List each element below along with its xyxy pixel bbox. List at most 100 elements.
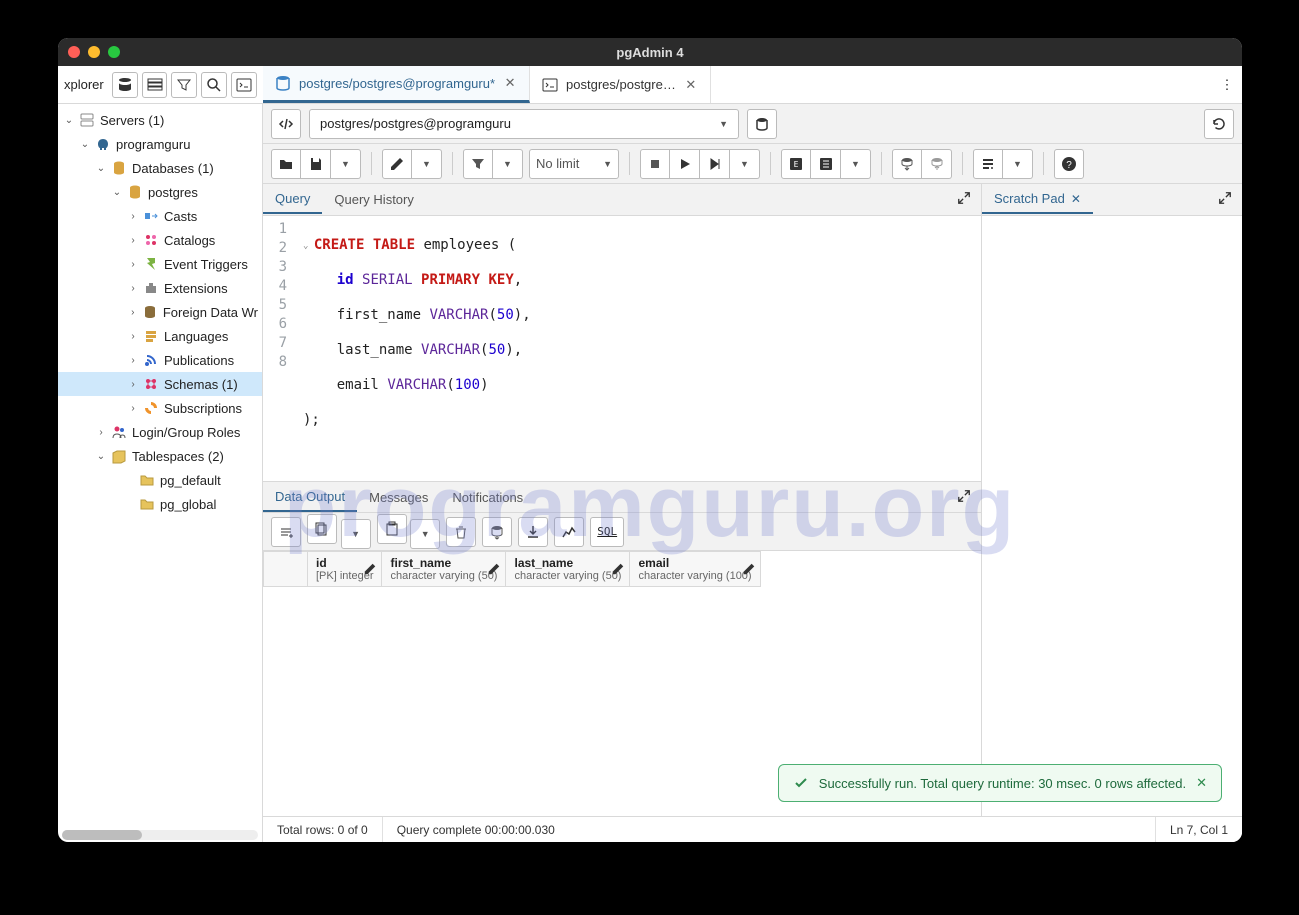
expand-output-icon[interactable]	[947, 483, 981, 512]
paste-dropdown[interactable]: ▼	[410, 519, 440, 549]
help-icon[interactable]: ?	[1054, 149, 1084, 179]
schemas1-icon	[142, 375, 160, 393]
column-header-email[interactable]: emailcharacter varying (100)	[630, 552, 760, 587]
copy-icon[interactable]	[307, 514, 337, 544]
expand-scratch-icon[interactable]	[1208, 185, 1242, 214]
stop-icon[interactable]	[640, 149, 670, 179]
code-area[interactable]: ⌄ CREATE TABLE employees ( id SERIAL PRI…	[297, 216, 537, 481]
tree-login-roles[interactable]: › Login/Group Roles	[58, 420, 262, 444]
graph-visualizer-icon[interactable]	[554, 517, 584, 547]
close-toast-icon[interactable]: ✕	[1196, 775, 1207, 791]
success-toast: Successfully run. Total query runtime: 3…	[778, 764, 1222, 802]
tree-item-languages[interactable]: ›Languages	[58, 324, 262, 348]
connection-status-icon[interactable]	[271, 109, 301, 139]
main-panel: postgres/postgres@programguru ▼ ▼ ▼	[263, 104, 1242, 842]
column-header-last_name[interactable]: last_namecharacter varying (50)	[506, 552, 630, 587]
connection-select[interactable]: postgres/postgres@programguru ▼	[309, 109, 739, 139]
save-file-icon[interactable]	[301, 149, 331, 179]
row-number-header[interactable]	[264, 552, 308, 587]
tree-databases[interactable]: ⌄ Databases (1)	[58, 156, 262, 180]
more-menu-icon[interactable]: ⋮	[1212, 77, 1242, 93]
sidebar-scrollbar[interactable]	[62, 830, 258, 840]
edit-column-icon[interactable]	[611, 562, 625, 576]
tab-notifications[interactable]: Notifications	[440, 484, 535, 511]
column-header-id[interactable]: id[PK] integer	[308, 552, 382, 587]
tree-item-subscriptions[interactable]: ›Subscriptions	[58, 396, 262, 420]
window-title: pgAdmin 4	[58, 45, 1242, 60]
database-icon	[110, 159, 128, 177]
filter-dropdown[interactable]: ▼	[493, 149, 523, 179]
psql-tool-icon[interactable]	[231, 72, 257, 98]
edit-column-icon[interactable]	[742, 562, 756, 576]
save-dropdown[interactable]: ▼	[331, 149, 361, 179]
roles-icon	[110, 423, 128, 441]
edit-dropdown[interactable]: ▼	[412, 149, 442, 179]
filter-icon[interactable]	[463, 149, 493, 179]
minimize-window-button[interactable]	[88, 46, 100, 58]
tree-item-catalogs[interactable]: ›Catalogs	[58, 228, 262, 252]
tree-servers[interactable]: ⌄ Servers (1)	[58, 108, 262, 132]
reset-layout-icon[interactable]	[1204, 109, 1234, 139]
tab-query[interactable]: Query	[263, 185, 322, 214]
tree-item-casts[interactable]: ›Casts	[58, 204, 262, 228]
tree-item-schemas1[interactable]: ›Schemas (1)	[58, 372, 262, 396]
open-file-icon[interactable]	[271, 149, 301, 179]
expand-icon[interactable]	[947, 185, 981, 214]
tab-messages[interactable]: Messages	[357, 484, 440, 511]
tree-server[interactable]: ⌄ programguru	[58, 132, 262, 156]
edit-icon[interactable]	[382, 149, 412, 179]
rollback-icon[interactable]	[922, 149, 952, 179]
explain-icon[interactable]	[700, 149, 730, 179]
edit-column-icon[interactable]	[363, 562, 377, 576]
tree-tablespace-pg-global[interactable]: ›pg_global	[58, 492, 262, 516]
save-data-icon[interactable]	[482, 517, 512, 547]
copy-dropdown[interactable]: ▼	[341, 519, 371, 549]
tree-database[interactable]: ⌄ postgres	[58, 180, 262, 204]
macros-icon[interactable]	[973, 149, 1003, 179]
sql-button[interactable]: SQL	[590, 517, 624, 547]
column-header-first_name[interactable]: first_namecharacter varying (50)	[382, 552, 506, 587]
zoom-window-button[interactable]	[108, 46, 120, 58]
tab-data-output[interactable]: Data Output	[263, 483, 357, 512]
tab-query-history[interactable]: Query History	[322, 186, 425, 213]
close-tab-icon[interactable]: ✕	[503, 76, 517, 90]
query-toolbar: ▼ ▼ ▼ No limit▼	[263, 144, 1242, 184]
tree-item-foreigndatawr[interactable]: ›Foreign Data Wr	[58, 300, 262, 324]
new-connection-icon[interactable]	[747, 109, 777, 139]
edit-column-icon[interactable]	[487, 562, 501, 576]
macros-dropdown[interactable]: ▼	[1003, 149, 1033, 179]
tree-item-eventtriggers[interactable]: ›Event Triggers	[58, 252, 262, 276]
add-row-icon[interactable]	[271, 517, 301, 547]
close-scratch-icon[interactable]: ✕	[1071, 192, 1081, 206]
sql-editor[interactable]: 12345678 ⌄ CREATE TABLE employees ( id S…	[263, 216, 981, 481]
tree-tablespaces[interactable]: ⌄ Tablespaces (2)	[58, 444, 262, 468]
chevron-down-icon: ▼	[719, 119, 728, 129]
limit-select[interactable]: No limit▼	[529, 149, 619, 179]
app-window: pgAdmin 4 xplorer postgres/postgres@prog…	[58, 38, 1242, 842]
tree-tablespace-pg-default[interactable]: ›pg_default	[58, 468, 262, 492]
close-window-button[interactable]	[68, 46, 80, 58]
download-icon[interactable]	[518, 517, 548, 547]
execute-dropdown[interactable]: ▼	[730, 149, 760, 179]
execute-icon[interactable]	[670, 149, 700, 179]
filter-rows-icon[interactable]	[171, 72, 197, 98]
tab-query-tool[interactable]: postgres/postgres@programguru* ✕	[263, 66, 530, 103]
tree-item-extensions[interactable]: ›Extensions	[58, 276, 262, 300]
search-icon[interactable]	[201, 72, 227, 98]
paste-icon[interactable]	[377, 514, 407, 544]
close-tab-icon[interactable]: ✕	[684, 78, 698, 92]
explain-dropdown[interactable]: ▼	[841, 149, 871, 179]
tab-scratch-pad[interactable]: Scratch Pad ✕	[982, 185, 1093, 214]
commit-icon[interactable]	[892, 149, 922, 179]
query-tool-icon[interactable]	[112, 72, 138, 98]
explain-options-icon[interactable]	[811, 149, 841, 179]
tab-psql[interactable]: postgres/postgre… ✕	[530, 66, 711, 103]
delete-row-icon[interactable]	[446, 517, 476, 547]
object-explorer[interactable]: ⌄ Servers (1) ⌄ programguru ⌄ Databases …	[58, 104, 263, 842]
tree-item-publications[interactable]: ›Publications	[58, 348, 262, 372]
scratch-pad-area[interactable]	[982, 216, 1242, 816]
view-data-icon[interactable]	[142, 72, 168, 98]
connection-value: postgres/postgres@programguru	[320, 116, 511, 131]
explain-analyze-icon[interactable]: E	[781, 149, 811, 179]
foreigndatawr-icon	[142, 303, 159, 321]
